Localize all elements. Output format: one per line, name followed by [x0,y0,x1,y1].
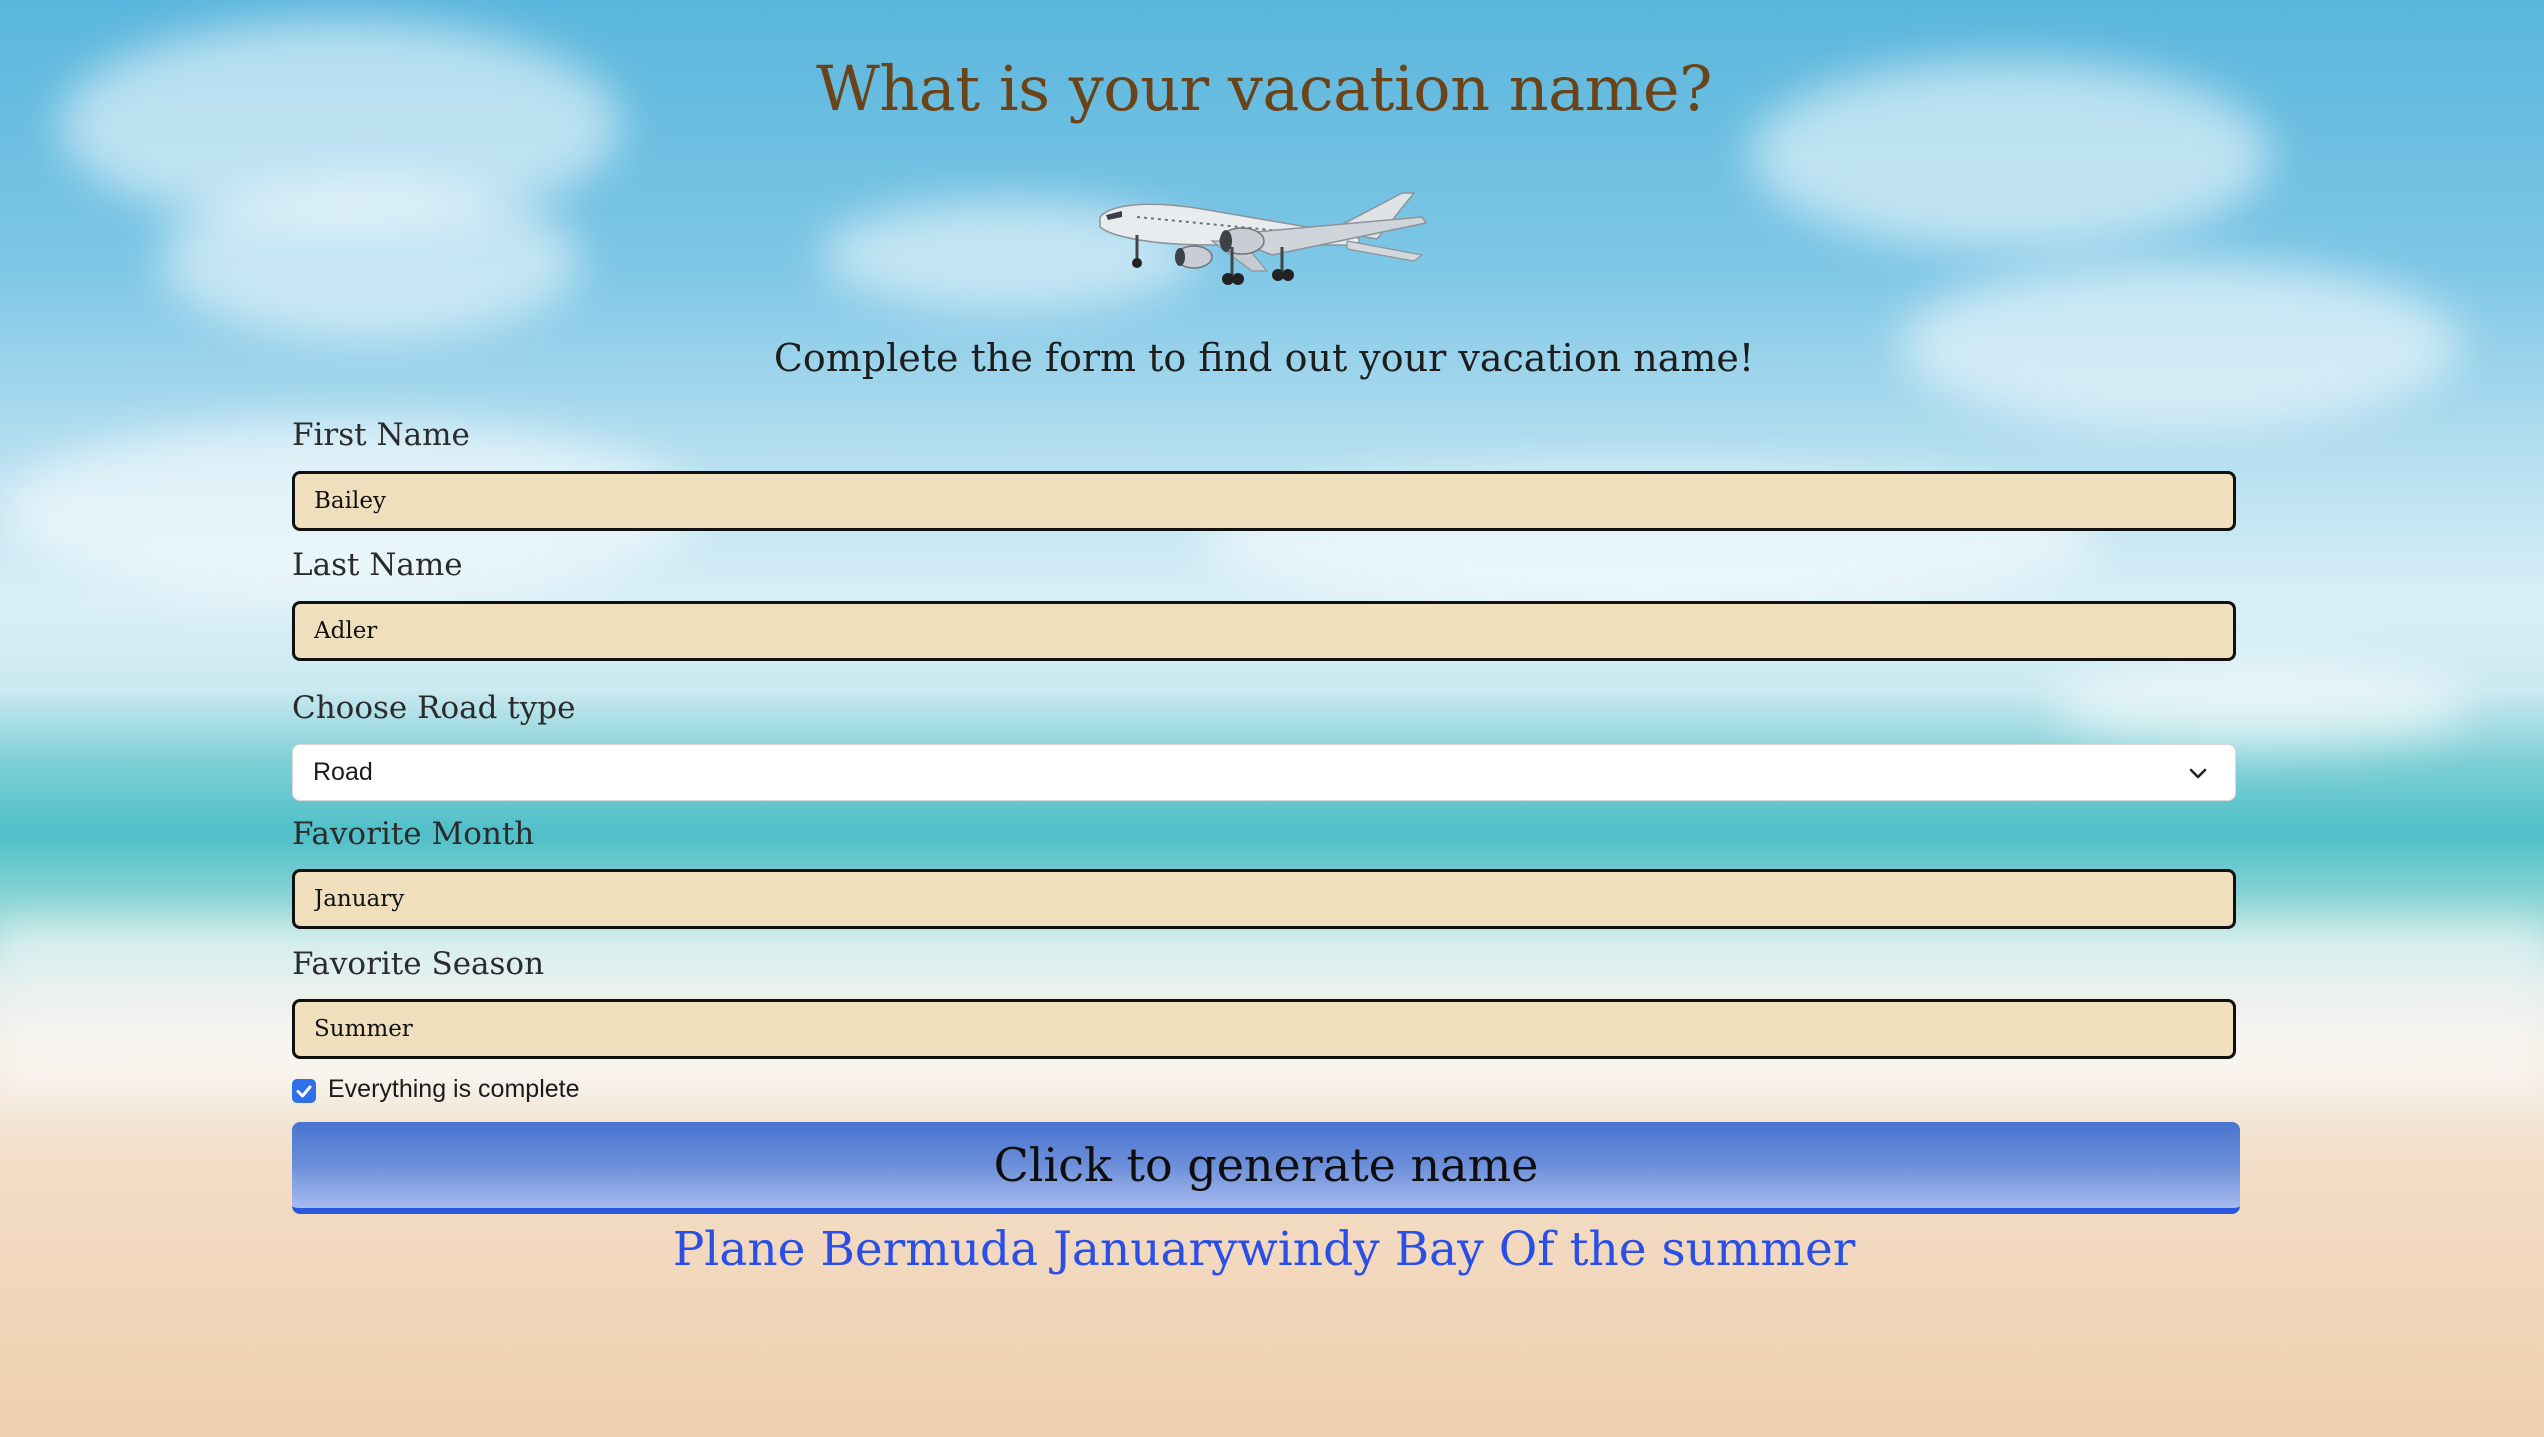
last-name-field[interactable] [292,601,2236,661]
road-type-selected-value: Road [313,758,373,786]
form-instructions: Complete the form to find out your vacat… [773,336,1755,380]
vacation-name-result: Plane Bermuda Januarywindy Bay Of the su… [672,1222,1856,1277]
favorite-season-field[interactable] [292,999,2236,1059]
complete-checkbox[interactable] [292,1079,316,1103]
checkmark-icon [296,1085,312,1098]
last-name-label: Last Name [292,547,463,583]
favorite-month-label: Favorite Month [292,816,535,852]
airplane-icon [1099,192,1428,285]
road-type-label: Choose Road type [292,690,576,726]
generate-name-button[interactable]: Click to generate name [292,1122,2240,1214]
page-title: What is your vacation name? [816,52,1712,125]
favorite-season-label: Favorite Season [292,946,545,982]
chevron-down-icon [2189,768,2207,779]
complete-checkbox-label: Everything is complete [328,1075,580,1103]
first-name-field[interactable] [292,471,2236,531]
road-type-select[interactable]: Road [292,744,2236,801]
favorite-month-field[interactable] [292,869,2236,929]
first-name-label: First Name [292,417,470,453]
